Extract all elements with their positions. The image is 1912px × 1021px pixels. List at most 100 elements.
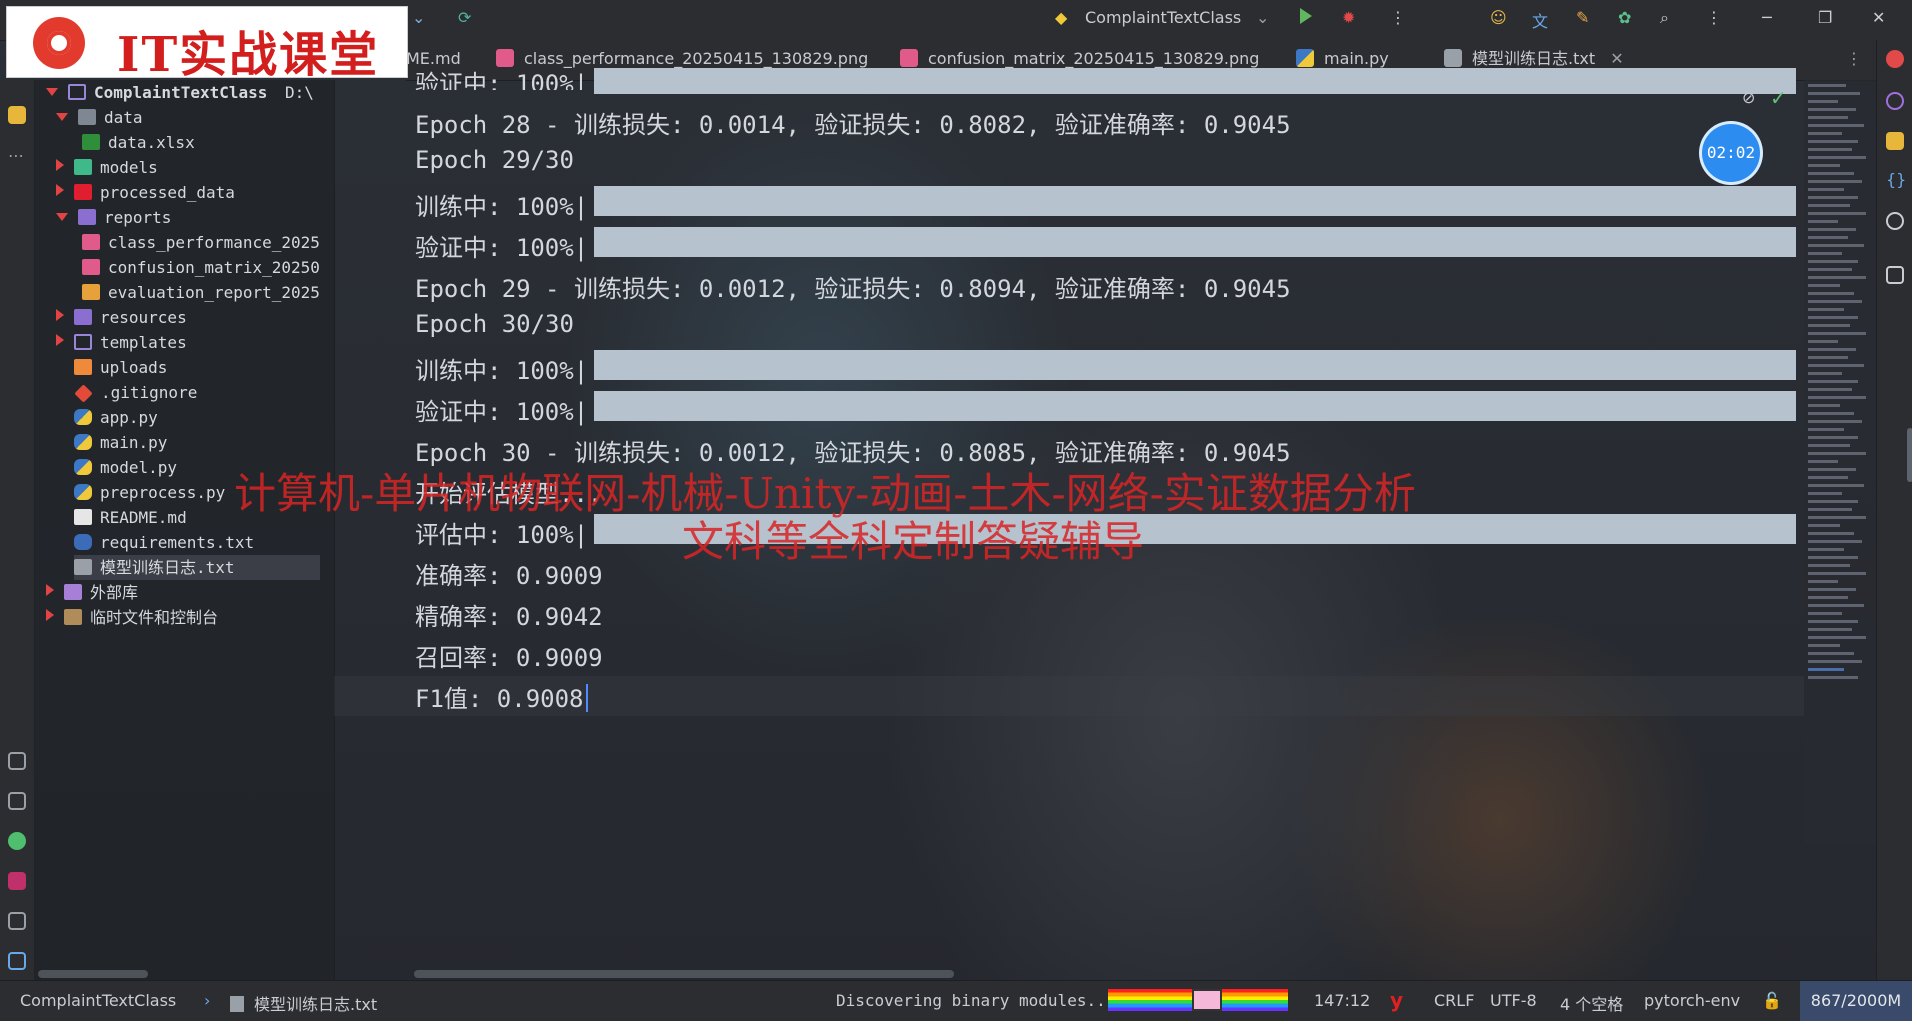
collapse-arrow-icon[interactable] <box>56 309 64 321</box>
editor-horizontal-scrollbar[interactable] <box>414 970 954 978</box>
log-line-current[interactable]: F1值: 0.9008 <box>415 679 588 714</box>
log-line[interactable]: 验证中: 100%| <box>415 392 588 427</box>
expand-arrow-icon[interactable] <box>56 213 68 221</box>
terminal-icon[interactable] <box>8 872 26 890</box>
tree-item-uploads[interactable]: uploads <box>74 355 167 380</box>
services-gear-icon[interactable] <box>8 832 26 850</box>
tree-scrollbar[interactable] <box>38 970 148 978</box>
layers-icon[interactable] <box>8 792 26 810</box>
tree-item-app-py[interactable]: app.py <box>74 405 158 430</box>
project-icon[interactable] <box>8 106 26 124</box>
log-line[interactable]: Epoch 29 - 训练损失: 0.0012, 验证损失: 0.8094, 验… <box>415 269 1291 304</box>
restore-icon[interactable]: ❐ <box>1818 8 1832 27</box>
database-icon[interactable] <box>1886 132 1904 150</box>
run-config-chevron-icon[interactable]: ⌄ <box>1256 8 1269 27</box>
tree-item-reports[interactable]: reports <box>56 205 171 230</box>
minimize-icon[interactable]: ─ <box>1762 8 1772 27</box>
tree-item-preprocess-py[interactable]: preprocess.py <box>74 480 225 505</box>
more-actions-icon[interactable]: ⋮ <box>1390 8 1406 27</box>
notifications-icon[interactable] <box>1886 50 1904 68</box>
collapse-arrow-icon[interactable] <box>56 184 64 196</box>
memory-indicator[interactable]: 867/2000M <box>1800 981 1912 1021</box>
collapse-arrow-icon[interactable] <box>46 609 54 621</box>
run-icon[interactable] <box>1300 8 1312 24</box>
tree-item-class-performance[interactable]: class_performance_2025 <box>82 230 320 255</box>
log-line[interactable]: 验证中: 100%| <box>415 64 588 90</box>
translate-icon[interactable]: 文 <box>1532 8 1548 32</box>
tree-item-main-py[interactable]: main.py <box>74 430 167 455</box>
tab-options-icon[interactable]: ⋮ <box>1846 40 1862 80</box>
line-ending[interactable]: CRLF <box>1434 991 1474 1010</box>
folder-icon <box>78 209 96 225</box>
tree-item-processed-data[interactable]: processed_data <box>56 180 235 205</box>
expand-arrow-icon[interactable] <box>56 113 68 121</box>
image-file-icon <box>82 259 100 275</box>
log-line[interactable]: Epoch 29/30 <box>415 146 574 174</box>
chevron-down-icon[interactable]: ⌄ <box>412 8 425 27</box>
expand-arrow-icon[interactable] <box>46 88 58 96</box>
tree-item-label: data.xlsx <box>108 133 195 152</box>
log-line[interactable]: 召回率: 0.9009 <box>415 638 603 673</box>
close-tab-icon[interactable]: ✕ <box>1610 49 1623 68</box>
tree-item-resources[interactable]: resources <box>56 305 187 330</box>
lock-icon[interactable]: 🔓 <box>1762 991 1782 1010</box>
plugin-icon[interactable] <box>1886 212 1904 230</box>
log-line[interactable]: Epoch 30/30 <box>415 310 574 338</box>
tree-item-requirements[interactable]: requirements.txt <box>74 530 254 555</box>
tree-item-evaluation-report[interactable]: evaluation_report_2025 <box>82 280 320 305</box>
breadcrumb-file[interactable]: 模型训练日志.txt <box>230 991 377 1015</box>
log-line[interactable]: 训练中: 100%| <box>415 351 588 386</box>
search-icon[interactable]: ⌕ <box>1660 8 1669 28</box>
tree-item-models[interactable]: models <box>56 155 158 180</box>
breadcrumb-project[interactable]: ComplaintTextClass <box>20 991 176 1010</box>
tree-item-gitignore[interactable]: .gitignore <box>74 380 197 405</box>
watermark-line-2: 文科等全科定制答疑辅导 <box>682 517 1145 566</box>
python-interpreter[interactable]: pytorch-env <box>1644 991 1740 1010</box>
collapse-arrow-icon[interactable] <box>56 159 64 171</box>
tree-item-training-log[interactable]: 模型训练日志.txt <box>74 555 320 580</box>
translate-panel-icon[interactable] <box>1886 266 1904 284</box>
collaboration-icon[interactable]: ☺ <box>1490 8 1507 27</box>
tree-item-confusion-matrix[interactable]: confusion_matrix_20250 <box>82 255 320 280</box>
sync-icon[interactable]: ⟳ <box>458 8 471 27</box>
log-line[interactable]: 精确率: 0.9042 <box>415 597 603 632</box>
tree-item-data[interactable]: data <box>56 105 143 130</box>
json-braces-icon[interactable]: {} <box>1886 170 1906 189</box>
collapse-arrow-icon[interactable] <box>56 334 64 346</box>
collapse-arrow-icon[interactable] <box>46 584 54 596</box>
log-line[interactable]: 准确率: 0.9009 <box>415 556 603 591</box>
ai-assistant-icon[interactable]: ✿ <box>1618 8 1631 27</box>
yank-plugin-icon[interactable]: y <box>1390 988 1403 1012</box>
log-line[interactable]: Epoch 28 - 训练损失: 0.0014, 验证损失: 0.8082, 验… <box>415 105 1291 140</box>
file-encoding[interactable]: UTF-8 <box>1490 991 1537 1010</box>
close-window-icon[interactable]: ✕ <box>1872 8 1885 27</box>
tree-item-model-py[interactable]: model.py <box>74 455 177 480</box>
log-line[interactable]: 训练中: 100%| <box>415 187 588 222</box>
tree-item-data-xlsx[interactable]: data.xlsx <box>82 130 195 155</box>
progress-bar <box>594 68 1796 94</box>
tree-item-templates[interactable]: templates <box>56 330 187 355</box>
run-config-selector[interactable]: ComplaintTextClass <box>1085 8 1241 27</box>
indent-setting[interactable]: 4 个空格 <box>1560 991 1623 1015</box>
tools-icon[interactable]: ✎ <box>1576 8 1589 27</box>
log-line[interactable]: 验证中: 100%| <box>415 228 588 263</box>
settings-menu-icon[interactable]: ⋮ <box>1706 8 1722 27</box>
tree-item-label: resources <box>100 308 187 327</box>
background-task-status[interactable]: Discovering binary modules... <box>836 991 1115 1010</box>
tree-item-label: requirements.txt <box>100 533 255 552</box>
tree-item-external-libraries[interactable]: 外部库 <box>46 580 138 605</box>
problems-icon[interactable] <box>8 912 26 930</box>
git-branch-icon[interactable] <box>8 952 26 970</box>
tree-item-readme[interactable]: README.md <box>74 505 187 530</box>
more-tools-icon[interactable]: ⋯ <box>8 146 24 165</box>
debug-icon[interactable]: ✹ <box>1342 8 1355 27</box>
cursor-position[interactable]: 147:12 <box>1314 991 1370 1010</box>
python-console-icon[interactable] <box>8 752 26 770</box>
minimap[interactable] <box>1804 80 1876 844</box>
tree-item-label: 临时文件和控制台 <box>90 608 219 627</box>
editor-vertical-scrollbar[interactable] <box>1907 428 1912 482</box>
ai-chat-icon[interactable] <box>1886 92 1904 110</box>
reader-mode-eye-icon[interactable]: ⊘ <box>1742 88 1770 110</box>
inspection-ok-icon[interactable]: ✓ <box>1770 86 1787 110</box>
tree-item-scratches[interactable]: 临时文件和控制台 <box>46 605 218 630</box>
